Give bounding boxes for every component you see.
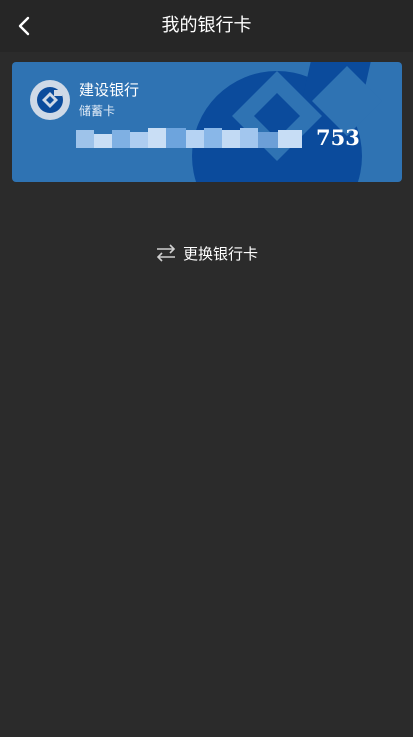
bank-card[interactable]: 建设银行 储蓄卡 753 <box>12 62 402 182</box>
masked-card-number <box>76 128 302 148</box>
card-type: 储蓄卡 <box>79 104 116 118</box>
bank-name: 建设银行 <box>79 81 140 99</box>
swap-arrows-icon <box>156 244 176 262</box>
switch-card-button[interactable]: 更换银行卡 <box>155 240 258 266</box>
ccb-watermark-icon <box>192 62 382 182</box>
top-bar: 我的银行卡 <box>0 0 413 52</box>
card-number-tail: 753 <box>316 125 360 150</box>
switch-card-label: 更换银行卡 <box>183 244 259 263</box>
ccb-logo-icon <box>30 80 70 120</box>
chevron-left-icon <box>18 16 30 36</box>
back-button[interactable] <box>12 12 36 40</box>
page-title: 我的银行卡 <box>161 15 252 36</box>
